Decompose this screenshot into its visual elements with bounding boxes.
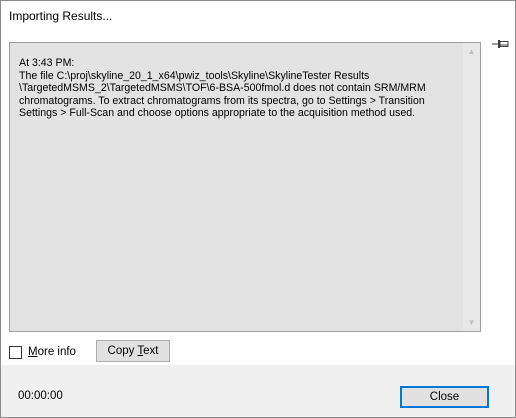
message-text: At 3:43 PM: The file C:\proj\skyline_20_… (19, 57, 426, 120)
more-info-hotkey: M (28, 346, 38, 358)
more-info-label-rest: ore info (37, 346, 76, 358)
copy-text-label-rest: ext (143, 345, 159, 357)
more-info-label: More info (28, 346, 76, 358)
vertical-scrollbar[interactable]: ▲ ▼ (463, 43, 480, 331)
checkbox-box[interactable] (9, 345, 22, 359)
dialog-body: At 3:43 PM: The file C:\proj\skyline_20_… (1, 32, 515, 365)
scroll-up-arrow-icon[interactable]: ▲ (463, 43, 480, 60)
pin-icon[interactable] (492, 38, 510, 50)
importing-results-dialog: Importing Results... At 3:43 PM: The fil… (0, 0, 516, 418)
window-title: Importing Results... (9, 9, 113, 23)
close-button[interactable]: Close (400, 386, 489, 408)
dialog-footer: 00:00:00 Close (1, 365, 515, 417)
scroll-down-arrow-icon[interactable]: ▼ (463, 314, 480, 331)
message-text-area[interactable]: At 3:43 PM: The file C:\proj\skyline_20_… (9, 42, 481, 332)
title-bar[interactable]: Importing Results... (1, 1, 515, 32)
copy-text-button[interactable]: Copy Text (96, 340, 170, 362)
copy-text-label-prefix: Copy (107, 345, 138, 357)
elapsed-time: 00:00:00 (18, 390, 63, 402)
more-info-checkbox[interactable]: More info (9, 344, 76, 360)
